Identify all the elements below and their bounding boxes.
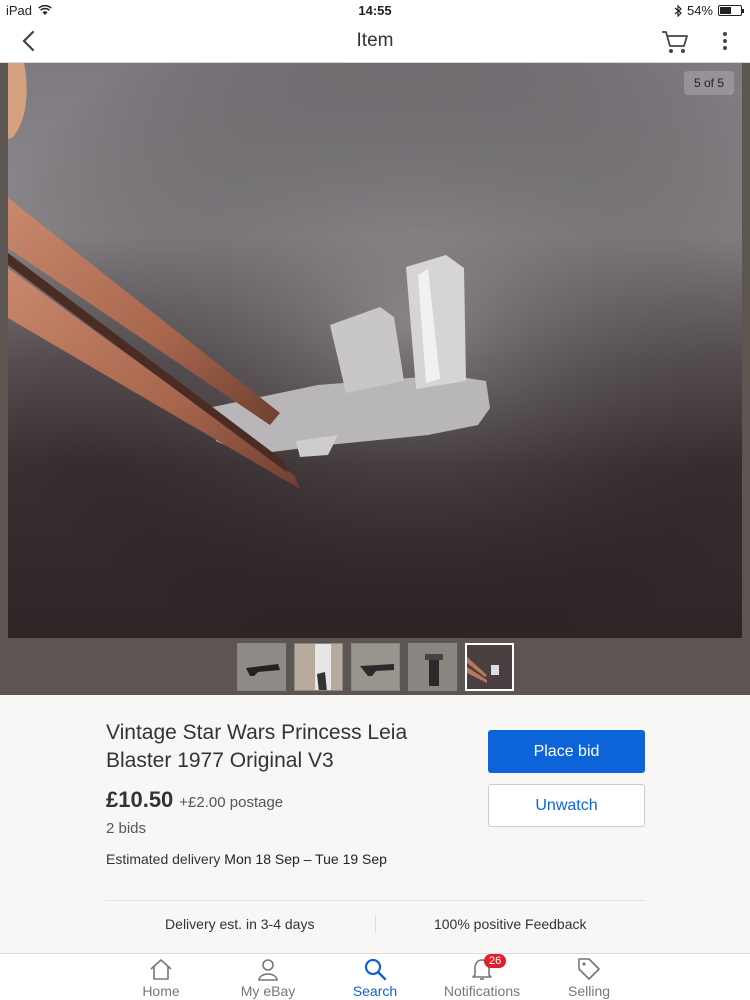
cart-icon xyxy=(662,31,688,53)
tab-label: Home xyxy=(142,983,180,999)
search-icon xyxy=(364,958,387,981)
battery-icon xyxy=(718,5,744,16)
thumbnail-5[interactable] xyxy=(464,643,514,691)
nav-bar: Item xyxy=(0,20,750,63)
thumbnail-image xyxy=(294,644,342,690)
status-bar: iPad 14:55 54% xyxy=(0,0,750,20)
thumbnail-1[interactable] xyxy=(236,643,286,691)
status-time: 14:55 xyxy=(358,3,392,18)
item-title: Vintage Star Wars Princess Leia Blaster … xyxy=(106,721,408,772)
estimated-delivery: Estimated delivery Mon 18 Sep – Tue 19 S… xyxy=(106,851,387,867)
postage-cost: +£2.00 postage xyxy=(179,794,284,811)
thumbnail-2[interactable] xyxy=(293,643,343,691)
status-right: 54% xyxy=(674,3,744,18)
item-photo xyxy=(8,63,742,638)
tab-home[interactable]: Home xyxy=(111,954,211,1000)
tab-bar: Home My eBay Search 26 Notifications Sel… xyxy=(0,953,750,1000)
bid-count: 2 bids xyxy=(106,820,147,837)
notification-badge: 26 xyxy=(484,954,507,968)
battery-percent: 54% xyxy=(686,3,713,18)
thumbnail-strip xyxy=(0,643,750,691)
delivery-label: Estimated delivery xyxy=(106,851,221,867)
item-price: £10.50 xyxy=(106,787,174,812)
photo-counter: 5 of 5 xyxy=(683,71,734,95)
bluetooth-icon xyxy=(674,4,682,17)
more-vertical-icon xyxy=(723,32,727,50)
tab-label: Search xyxy=(352,983,398,999)
tag-icon xyxy=(578,958,600,980)
tab-selling[interactable]: Selling xyxy=(539,954,639,1000)
unwatch-button[interactable]: Unwatch xyxy=(488,784,645,827)
battery-fill xyxy=(720,7,731,14)
tab-label: Selling xyxy=(567,983,611,999)
page-title: Item xyxy=(356,30,394,51)
delivery-estimate[interactable]: Delivery est. in 3-4 days xyxy=(105,916,375,932)
person-icon xyxy=(258,959,278,981)
thumbnail-4[interactable] xyxy=(407,643,457,691)
photo-gallery: 5 of 5 xyxy=(0,63,750,695)
tab-my-ebay[interactable]: My eBay xyxy=(218,954,318,1000)
place-bid-button[interactable]: Place bid xyxy=(488,730,645,773)
delivery-dates: Mon 18 Sep – Tue 19 Sep xyxy=(224,851,387,867)
thumbnail-image xyxy=(351,644,399,690)
home-icon xyxy=(150,959,172,980)
thumbnail-image xyxy=(466,645,512,689)
more-options-button[interactable] xyxy=(718,30,732,52)
price-row: £10.50 +£2.00 postage xyxy=(106,787,283,813)
tab-search[interactable]: Search xyxy=(325,954,425,1000)
thumbnail-3[interactable] xyxy=(350,643,400,691)
tab-label: Notifications xyxy=(443,983,521,999)
tab-label: My eBay xyxy=(240,983,296,999)
seller-feedback[interactable]: 100% positive Feedback xyxy=(376,916,646,932)
main-photo[interactable]: 5 of 5 xyxy=(8,63,742,638)
tab-notifications[interactable]: 26 Notifications xyxy=(432,954,532,1000)
thumbnail-image xyxy=(408,644,456,690)
thumbnail-image xyxy=(237,644,285,690)
info-strip: Delivery est. in 3-4 days 100% positive … xyxy=(105,900,645,946)
item-details: Vintage Star Wars Princess Leia Blaster … xyxy=(0,695,750,953)
cart-button[interactable] xyxy=(660,28,690,56)
